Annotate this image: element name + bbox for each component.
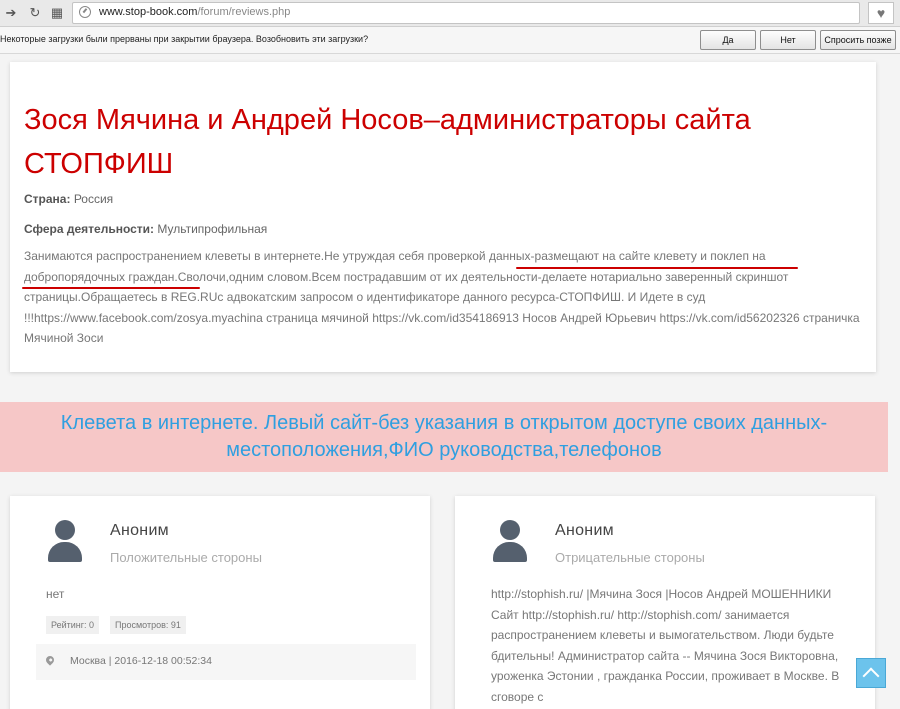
address-bar[interactable]: www.stop-book.com/forum/reviews.php	[72, 2, 860, 24]
avatar-icon	[48, 520, 82, 562]
review-type: Положительные стороны	[110, 550, 262, 565]
forward-arrow-icon[interactable]: ➔	[2, 4, 20, 22]
yes-button[interactable]: Да	[700, 30, 756, 50]
bookmark-heart-icon[interactable]: ♥	[868, 2, 894, 24]
country-label: Страна:	[24, 192, 71, 206]
field-value: Мультипрофильная	[157, 222, 268, 236]
author-name: Аноним	[110, 522, 169, 539]
review-text: http://stophish.ru/ |Мячина Зося |Носов …	[491, 587, 840, 704]
download-infobar: Некоторые загрузки были прерваны при зак…	[0, 27, 900, 54]
site-info-icon[interactable]	[79, 6, 91, 18]
location-date: Москва | 2016-12-18 00:52:34	[70, 655, 212, 667]
infobar-message: Некоторые загрузки были прерваны при зак…	[0, 34, 369, 44]
field-label: Сфера деятельности:	[24, 222, 155, 236]
country-line: Страна: Россия	[24, 192, 113, 206]
review-card: Аноним Отрицательные стороны http://stop…	[455, 496, 875, 709]
review-main-card: Зося Мячина и Андрей Носов–администратор…	[10, 62, 876, 372]
review-text: нет	[46, 587, 65, 601]
reload-icon[interactable]: ↻	[26, 4, 44, 22]
field-line: Сфера деятельности: Мультипрофильная	[24, 222, 267, 236]
page-title: Зося Мячина и Андрей Носов–администратор…	[24, 104, 751, 180]
review-footer: Москва | 2016-12-18 00:52:34	[36, 644, 416, 680]
url-path: /forum/reviews.php	[197, 6, 291, 18]
warning-banner: Клевета в интернете. Левый сайт-без указ…	[0, 402, 888, 472]
page-content: Зося Мячина и Андрей Носов–администратор…	[0, 54, 900, 709]
map-pin-icon	[44, 654, 56, 666]
no-button[interactable]: Нет	[760, 30, 816, 50]
scroll-to-top-button[interactable]	[856, 658, 886, 688]
highlight-underline	[22, 287, 200, 289]
review-type: Отрицательные стороны	[555, 550, 705, 565]
review-description: Занимаются распространением клеветы в ин…	[24, 249, 860, 345]
ask-later-button[interactable]: Спросить позже	[820, 30, 896, 50]
review-card: Аноним Положительные стороны нет Рейтинг…	[10, 496, 430, 709]
author-name: Аноним	[555, 522, 614, 539]
views-badge: Просмотров: 91	[110, 616, 186, 634]
speed-dial-grid-icon[interactable]: ▦	[48, 4, 66, 22]
highlight-underline	[516, 267, 798, 269]
country-value: Россия	[73, 192, 114, 206]
browser-toolbar: ➔ ↻ ▦ www.stop-book.com/forum/reviews.ph…	[0, 0, 900, 27]
avatar-icon	[493, 520, 527, 562]
url-text: www.stop-book.com/forum/reviews.php	[99, 6, 290, 18]
url-host: www.stop-book.com	[99, 6, 198, 18]
rating-badge: Рейтинг: 0	[46, 616, 100, 634]
banner-text: Клевета в интернете. Левый сайт-без указ…	[60, 412, 828, 461]
